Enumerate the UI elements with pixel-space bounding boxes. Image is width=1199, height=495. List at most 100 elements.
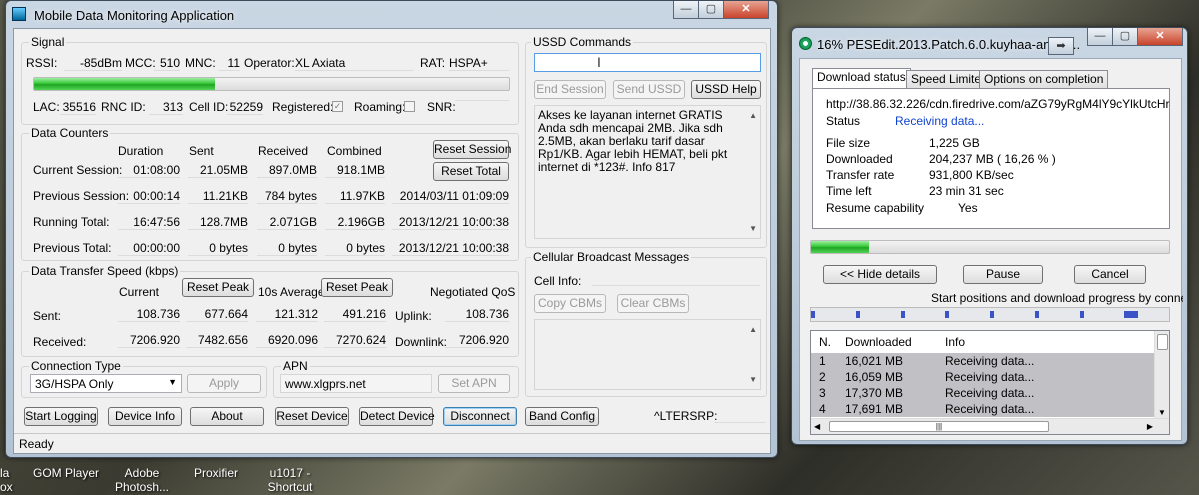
roaming-label: Roaming: [354,100,406,114]
pause-button[interactable]: Pause [963,265,1043,284]
status-text: Ready [19,437,54,451]
transfer-rate-value: 931,800 KB/sec [929,168,1014,182]
registered-checkbox[interactable]: ✓ [332,101,343,112]
close-button[interactable]: ✕ [723,1,769,19]
download-arrow-button[interactable]: ➡ [1048,37,1074,55]
set-apn-button[interactable]: Set APN [438,374,510,393]
desktop-icon-proxifier[interactable]: Proxifier [178,466,254,480]
download-client: Download status Speed Limiter Options on… [799,58,1183,441]
main-client: Signal RSSI: -85dBm MCC: 510 MNC: 11 Ope… [13,28,771,454]
rnc-label: RNC ID: [101,100,146,114]
ltersrp-value [714,407,766,423]
desktop-icon-u1017-shortcut[interactable]: u1017 - Shortcut [252,466,328,494]
detect-device-button[interactable]: Detect Device [359,407,435,426]
start-logging-button[interactable]: Start Logging [24,407,98,426]
download-window: 16% PESEdit.2013.Patch.6.0.kuyhaa-andro.… [791,27,1188,445]
download-progress-bar [810,240,1170,254]
ussd-input[interactable]: I [534,53,761,72]
row-n: 3 [819,386,826,400]
sent-value: 0 bytes [188,241,248,256]
connection-segment [811,311,815,318]
scroll-left-icon[interactable]: ◀ [814,422,820,431]
status-bar: Ready [14,433,770,453]
tab-strip: Download status Speed Limiter Options on… [812,68,1182,88]
reset-total-button[interactable]: Reset Total [433,162,509,181]
tab-download-status[interactable]: Download status [812,68,911,88]
combined-value: 918.1MB [325,163,385,178]
band-config-button[interactable]: Band Config [525,407,599,426]
speed-group-label: Data Transfer Speed (kbps) [29,264,181,278]
tab-speed-limiter[interactable]: Speed Limiter [906,70,991,88]
roaming-checkbox[interactable] [404,101,415,112]
sent-value: 21.05MB [188,163,248,178]
send-ussd-button[interactable]: Send USSD [613,80,685,99]
reset-avg-peak-button[interactable]: Reset Peak [321,278,393,297]
connection-segment [990,311,994,318]
connection-segment [855,311,860,318]
table-row[interactable]: 2 16,059 MB Receiving data... [811,369,1155,385]
device-info-button[interactable]: Device Info [108,407,182,426]
horizontal-scrollbar[interactable]: ◀ ||| ▶ [811,418,1169,434]
reset-peak-button[interactable]: Reset Peak [182,278,254,297]
reset-device-button[interactable]: Reset Device [275,407,349,426]
row-info: Receiving data... [945,370,1035,384]
table-row[interactable]: 4 17,691 MB Receiving data... [811,401,1155,417]
sent-avg-peak-value: 491.216 [324,307,386,322]
maximize-button[interactable]: ▢ [698,1,724,19]
app-icon [12,7,26,21]
scrollbar-thumb[interactable] [1157,334,1168,350]
connections-label: Start positions and download progress by… [931,291,1183,305]
file-size-label: File size [826,136,871,150]
maximize-button[interactable]: ▢ [1112,28,1138,46]
download-url: http://38.86.32.226/cdn.firedrive.com/aZ… [826,97,1170,111]
rat-value: HSPA+ [449,56,509,71]
scroll-right-icon[interactable]: ▶ [1147,422,1153,431]
scroll-down-icon[interactable]: ▼ [749,373,757,386]
ussd-help-button[interactable]: USSD Help [691,80,761,99]
combined-value: 0 bytes [325,241,385,256]
cbm-text: ▲ ▼ [534,319,761,390]
tab-options-on-completion[interactable]: Options on completion [979,70,1109,88]
connection-type-select[interactable]: 3G/HSPA Only ▼ [30,374,182,393]
row-label: Current Session: [33,163,123,177]
downlink-label: Downlink: [395,335,448,349]
minimize-button[interactable]: — [1087,28,1113,46]
desktop-icon-la[interactable]: la ox [0,466,13,494]
sent-avg-value: 121.312 [256,307,318,322]
apply-button[interactable]: Apply [187,374,261,393]
scroll-down-icon[interactable]: ▼ [1158,408,1166,417]
row-n: 2 [819,370,826,384]
about-button[interactable]: About [190,407,264,426]
apn-input[interactable]: www.xlgprs.net [280,374,432,393]
date-value: 2014/03/11 01:09:09 [392,189,509,204]
lac-label: LAC: [33,100,60,114]
header-combined: Combined [327,144,382,158]
scroll-up-icon[interactable]: ▲ [749,109,757,122]
table-row[interactable]: 1 16,021 MB Receiving data... [811,353,1155,369]
clear-cbms-button[interactable]: Clear CBMs [617,294,689,313]
hide-details-button[interactable]: << Hide details [823,265,937,284]
header-duration: Duration [118,144,164,158]
snr-label: SNR: [427,100,456,114]
disconnect-button[interactable]: Disconnect [443,407,517,426]
scroll-up-icon[interactable]: ▲ [749,323,757,336]
copy-cbms-button[interactable]: Copy CBMs [534,294,606,313]
close-button[interactable]: ✕ [1137,28,1183,46]
desktop-icon-gom-player[interactable]: GOM Player [28,466,104,480]
desktop-icon-adobe-photoshop[interactable]: Adobe Photosh... [104,466,180,494]
row-info: Receiving data... [945,354,1035,368]
connection-type-value: 3G/HSPA Only [35,377,114,391]
end-session-button[interactable]: End Session [534,80,606,99]
connections-list[interactable]: N. Downloaded Info 1 16,021 MB Receiving… [810,330,1170,435]
reset-session-button[interactable]: Reset Session [433,140,511,159]
vertical-scrollbar[interactable]: ▼ [1154,331,1169,419]
time-left-value: 23 min 31 sec [929,184,1004,198]
received-value: 897.0MB [257,163,317,178]
h-scrollbar-thumb[interactable]: ||| [829,421,1049,432]
table-row[interactable]: 3 17,370 MB Receiving data... [811,385,1155,401]
window-title: Mobile Data Monitoring Application [34,8,235,23]
uplink-label: Uplink: [395,309,432,323]
minimize-button[interactable]: — [673,1,699,19]
scroll-down-icon[interactable]: ▼ [749,222,757,235]
cancel-button[interactable]: Cancel [1074,265,1146,284]
